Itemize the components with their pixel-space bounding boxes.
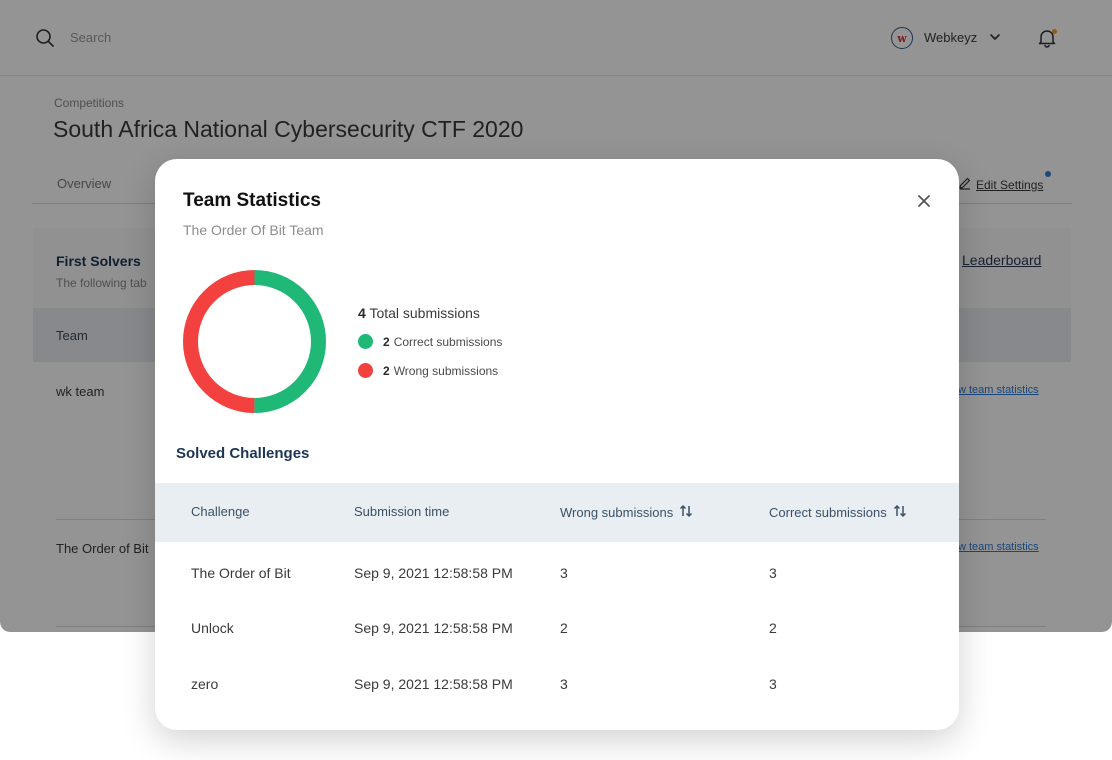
column-header-wrong-submissions[interactable]: Wrong submissions: [560, 504, 693, 521]
modal-title: Team Statistics: [183, 190, 321, 211]
cell-wrong-submissions: 3: [560, 565, 568, 581]
column-header-correct-submissions[interactable]: Correct submissions: [769, 504, 907, 521]
cell-submission-time: Sep 9, 2021 12:58:58 PM: [354, 620, 513, 636]
cell-submission-time: Sep 9, 2021 12:58:58 PM: [354, 676, 513, 692]
cell-challenge: The Order of Bit: [191, 565, 291, 581]
column-header-challenge: Challenge: [191, 504, 250, 519]
sort-icon[interactable]: [893, 504, 907, 521]
sort-icon[interactable]: [679, 504, 693, 521]
submissions-donut-chart: [183, 270, 326, 413]
column-label: Wrong submissions: [560, 505, 674, 520]
cell-challenge: zero: [191, 676, 219, 692]
modal-subtitle: The Order Of Bit Team: [183, 222, 324, 238]
cell-challenge: Unlock: [191, 620, 234, 636]
cell-wrong-submissions: 2: [560, 620, 568, 636]
cell-correct-submissions: 3: [769, 676, 777, 692]
correct-dot-icon: [358, 334, 373, 349]
team-statistics-modal: Team Statistics The Order Of Bit Team 4 …: [155, 159, 959, 730]
cell-correct-submissions: 3: [769, 565, 777, 581]
column-label: Submission time: [354, 504, 450, 519]
cell-wrong-submissions: 3: [560, 676, 568, 692]
wrong-count: 2: [383, 363, 390, 378]
cell-correct-submissions: 2: [769, 620, 777, 636]
correct-count: 2: [383, 334, 390, 349]
total-label: Total submissions: [369, 305, 480, 321]
column-label: Challenge: [191, 504, 250, 519]
column-label: Correct submissions: [769, 505, 887, 520]
total-count: 4: [358, 305, 366, 321]
close-icon: [918, 195, 930, 207]
close-button[interactable]: [913, 190, 935, 212]
legend-correct: 2 Correct submissions: [358, 334, 502, 349]
wrong-label: Wrong submissions: [393, 363, 499, 378]
total-submissions: 4 Total submissions: [358, 305, 480, 321]
column-header-submission-time: Submission time: [354, 504, 449, 519]
correct-label: Correct submissions: [393, 334, 503, 349]
wrong-dot-icon: [358, 363, 373, 378]
solved-challenges-title: Solved Challenges: [176, 445, 310, 462]
legend-wrong: 2 Wrong submissions: [358, 363, 498, 378]
cell-submission-time: Sep 9, 2021 12:58:58 PM: [354, 565, 513, 581]
